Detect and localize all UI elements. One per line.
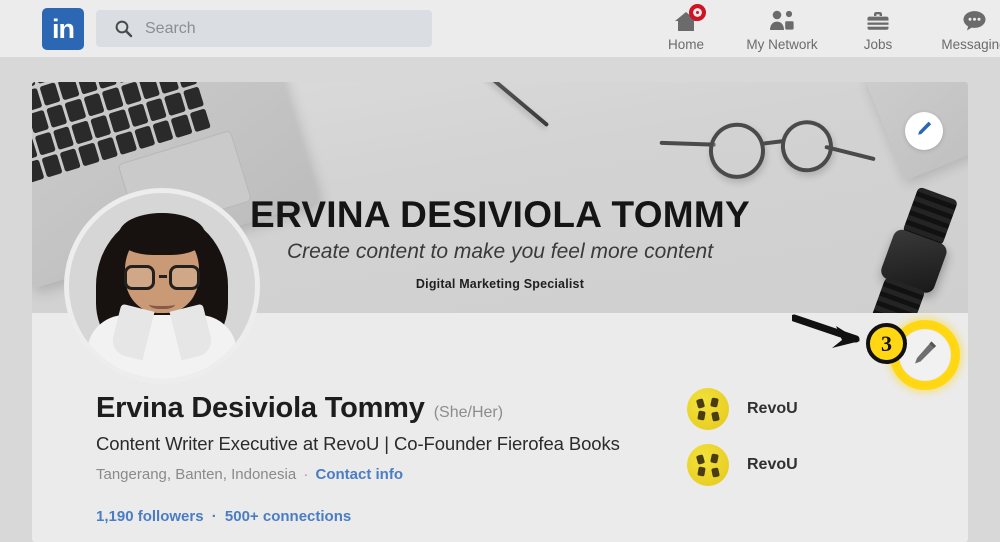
location-separator: ·: [303, 466, 309, 483]
network-icon: [768, 8, 796, 34]
home-icon: [673, 4, 706, 34]
profile-pronouns: (She/Her): [433, 404, 504, 421]
revou-logo-icon: [687, 444, 729, 486]
profile-stats-row: 1,190 followers · 500+ connections: [96, 508, 620, 525]
profile-card: ERVINA DESIVIOLA TOMMY Create content to…: [32, 82, 968, 542]
nav-item-messaging[interactable]: Messaging: [926, 0, 1000, 57]
profile-location: Tangerang, Banten, Indonesia: [96, 466, 297, 483]
messaging-bubble-icon: [961, 8, 988, 34]
revou-logo-icon: [687, 388, 729, 430]
nav-label-jobs: Jobs: [863, 37, 893, 52]
jobs-briefcase-icon: [865, 8, 891, 34]
nav-items-group: Home My Network Jobs Messagin: [638, 0, 1000, 57]
nav-item-my-network[interactable]: My Network: [734, 0, 830, 57]
search-icon: [114, 19, 133, 38]
profile-headline: Content Writer Executive at RevoU | Co-F…: [96, 433, 620, 454]
followers-count[interactable]: 1,190 followers: [96, 508, 204, 525]
pencil-edit-icon: [916, 120, 933, 142]
avatar-glasses-icon: [122, 265, 202, 291]
linkedin-logo-icon[interactable]: in: [42, 8, 84, 50]
search-input[interactable]: [145, 19, 395, 38]
company-name: RevoU: [747, 400, 798, 417]
contact-info-link[interactable]: Contact info: [316, 466, 404, 483]
eyeglasses-illustration: [659, 97, 876, 183]
company-row[interactable]: RevoU: [687, 388, 798, 430]
edit-banner-button[interactable]: [905, 112, 943, 150]
pen-illustration: [480, 82, 550, 128]
nav-item-home[interactable]: Home: [638, 0, 734, 57]
notification-badge: [689, 4, 706, 21]
nav-label-home: Home: [667, 37, 704, 52]
top-navigation-bar: in Home: [0, 0, 1000, 57]
profile-name: Ervina Desiviola Tommy: [96, 392, 425, 424]
connections-count[interactable]: 500+ connections: [225, 508, 351, 525]
nav-label-my-network: My Network: [746, 37, 818, 52]
profile-avatar[interactable]: [64, 188, 260, 384]
nav-item-jobs[interactable]: Jobs: [830, 0, 926, 57]
search-bar[interactable]: [96, 10, 432, 47]
company-badges-group: RevoU RevoU: [687, 388, 798, 500]
nav-label-messaging: Messaging: [941, 37, 1000, 52]
avatar-bangs: [119, 213, 205, 255]
annotation-step-badge: 3: [866, 323, 907, 364]
stats-separator: ·: [211, 508, 217, 525]
company-name: RevoU: [747, 456, 798, 473]
profile-info-block: Ervina Desiviola Tommy (She/Her) Content…: [96, 392, 620, 525]
avatar-shirt: [87, 315, 237, 379]
profile-location-row: Tangerang, Banten, Indonesia · Contact i…: [96, 466, 620, 483]
profile-name-row: Ervina Desiviola Tommy (She/Her): [96, 392, 620, 425]
avatar-smile: [149, 297, 175, 309]
company-row[interactable]: RevoU: [687, 444, 798, 486]
